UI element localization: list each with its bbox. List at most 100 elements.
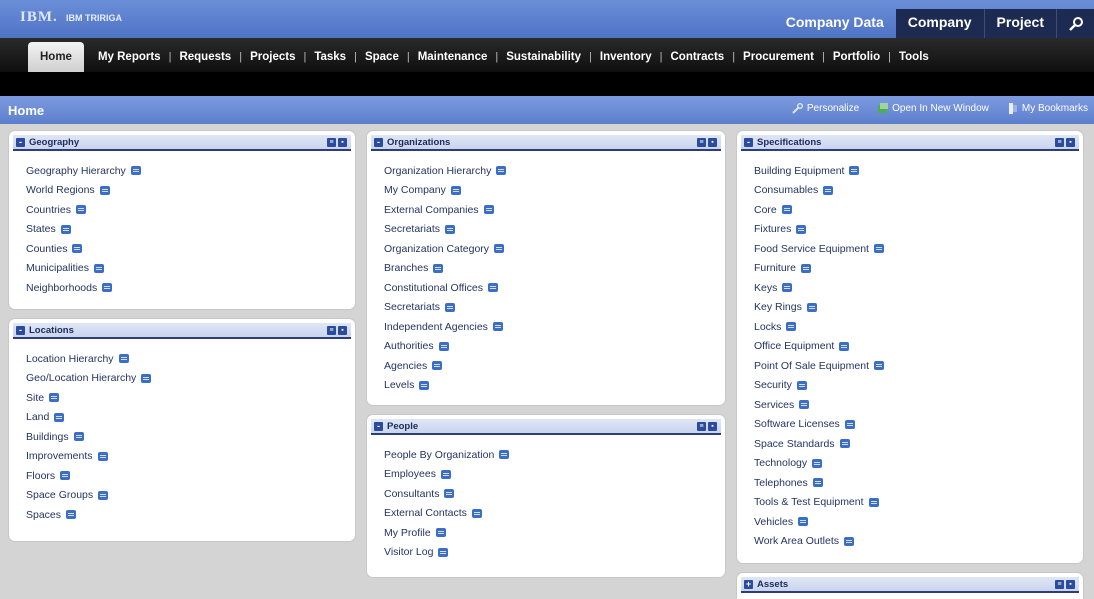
panel-menu-icon[interactable]: ≡: [1055, 580, 1064, 589]
menu-item-home[interactable]: Home: [28, 42, 84, 72]
list-item[interactable]: My Company: [384, 181, 725, 201]
list-item[interactable]: Visitor Log: [384, 543, 725, 563]
report-icon[interactable]: [812, 478, 823, 488]
list-item[interactable]: Space Groups: [26, 486, 355, 506]
report-icon[interactable]: [873, 244, 884, 254]
search-button[interactable]: [1056, 9, 1094, 38]
report-icon[interactable]: [471, 508, 482, 518]
list-item[interactable]: Secretariats: [384, 220, 725, 240]
list-item[interactable]: Work Area Outlets: [754, 532, 1083, 552]
report-icon[interactable]: [801, 263, 812, 273]
list-item[interactable]: Telephones: [754, 473, 1083, 493]
list-item[interactable]: Constitutional Offices: [384, 278, 725, 298]
report-icon[interactable]: [806, 302, 817, 312]
list-item[interactable]: Levels: [384, 376, 725, 396]
report-icon[interactable]: [118, 354, 129, 364]
list-item[interactable]: Site: [26, 388, 355, 408]
list-item[interactable]: Buildings: [26, 427, 355, 447]
panel-menu-icon[interactable]: ≡: [327, 138, 336, 147]
report-icon[interactable]: [823, 185, 834, 195]
list-item[interactable]: Locks: [754, 317, 1083, 337]
panel-close-icon[interactable]: ▪: [1066, 580, 1075, 589]
report-icon[interactable]: [435, 528, 446, 538]
panel-close-icon[interactable]: ▪: [338, 138, 347, 147]
list-item[interactable]: Software Licenses: [754, 415, 1083, 435]
report-icon[interactable]: [445, 302, 456, 312]
report-icon[interactable]: [72, 244, 83, 254]
report-icon[interactable]: [60, 224, 71, 234]
report-icon[interactable]: [450, 185, 461, 195]
list-item[interactable]: Geography Hierarchy: [26, 161, 355, 181]
report-icon[interactable]: [839, 439, 850, 449]
company-data-label[interactable]: Company Data: [774, 9, 896, 38]
list-item[interactable]: Countries: [26, 200, 355, 220]
report-icon[interactable]: [49, 393, 60, 403]
list-item[interactable]: Vehicles: [754, 512, 1083, 532]
report-icon[interactable]: [494, 244, 505, 254]
menu-item-requests[interactable]: Requests: [179, 51, 231, 72]
list-item[interactable]: Neighborhoods: [26, 278, 355, 298]
report-icon[interactable]: [796, 380, 807, 390]
menu-item-projects[interactable]: Projects: [250, 51, 295, 72]
list-item[interactable]: Geo/Location Hierarchy: [26, 369, 355, 389]
list-item[interactable]: Core: [754, 200, 1083, 220]
list-item[interactable]: States: [26, 220, 355, 240]
report-icon[interactable]: [873, 361, 884, 371]
report-icon[interactable]: [141, 373, 152, 383]
report-icon[interactable]: [99, 185, 110, 195]
panel-menu-icon[interactable]: ≡: [1055, 138, 1064, 147]
menu-item-inventory[interactable]: Inventory: [600, 51, 652, 72]
list-item[interactable]: Improvements: [26, 447, 355, 467]
menu-item-procurement[interactable]: Procurement: [743, 51, 814, 72]
list-item[interactable]: External Companies: [384, 200, 725, 220]
report-icon[interactable]: [75, 205, 86, 215]
list-item[interactable]: Independent Agencies: [384, 317, 725, 337]
report-icon[interactable]: [483, 205, 494, 215]
report-icon[interactable]: [440, 469, 451, 479]
list-item[interactable]: Employees: [384, 465, 725, 485]
list-item[interactable]: Land: [26, 408, 355, 428]
report-icon[interactable]: [782, 283, 793, 293]
list-item[interactable]: My Profile: [384, 523, 725, 543]
report-icon[interactable]: [445, 224, 456, 234]
collapse-icon[interactable]: -: [374, 422, 383, 431]
menu-item-tools[interactable]: Tools: [899, 51, 929, 72]
report-icon[interactable]: [433, 263, 444, 273]
list-item[interactable]: People By Organization: [384, 445, 725, 465]
report-icon[interactable]: [54, 412, 65, 422]
collapse-icon[interactable]: -: [16, 326, 25, 335]
panel-menu-icon[interactable]: ≡: [327, 326, 336, 335]
report-icon[interactable]: [496, 166, 507, 176]
report-icon[interactable]: [781, 205, 792, 215]
menu-item-my-reports[interactable]: My Reports: [98, 51, 161, 72]
personalize-link[interactable]: Personalize: [792, 103, 859, 114]
report-icon[interactable]: [438, 547, 449, 557]
report-icon[interactable]: [73, 432, 84, 442]
list-item[interactable]: Furniture: [754, 259, 1083, 279]
list-item[interactable]: Spaces: [26, 505, 355, 525]
report-icon[interactable]: [60, 471, 71, 481]
list-item[interactable]: Counties: [26, 239, 355, 259]
report-icon[interactable]: [798, 517, 809, 527]
panel-close-icon[interactable]: ▪: [708, 138, 717, 147]
list-item[interactable]: Organization Category: [384, 239, 725, 259]
list-item[interactable]: Technology: [754, 454, 1083, 474]
report-icon[interactable]: [839, 341, 850, 351]
report-icon[interactable]: [444, 489, 455, 499]
tab-company[interactable]: Company: [895, 9, 984, 38]
collapse-icon[interactable]: -: [744, 138, 753, 147]
list-item[interactable]: Organization Hierarchy: [384, 161, 725, 181]
list-item[interactable]: World Regions: [26, 181, 355, 201]
report-icon[interactable]: [844, 419, 855, 429]
collapse-icon[interactable]: +: [744, 580, 753, 589]
report-icon[interactable]: [799, 400, 810, 410]
list-item[interactable]: Floors: [26, 466, 355, 486]
list-item[interactable]: Food Service Equipment: [754, 239, 1083, 259]
open-new-window-link[interactable]: Open In New Window: [877, 103, 989, 114]
menu-item-contracts[interactable]: Contracts: [671, 51, 725, 72]
list-item[interactable]: Branches: [384, 259, 725, 279]
list-item[interactable]: Municipalities: [26, 259, 355, 279]
report-icon[interactable]: [94, 263, 105, 273]
report-icon[interactable]: [849, 166, 860, 176]
menu-item-maintenance[interactable]: Maintenance: [418, 51, 488, 72]
